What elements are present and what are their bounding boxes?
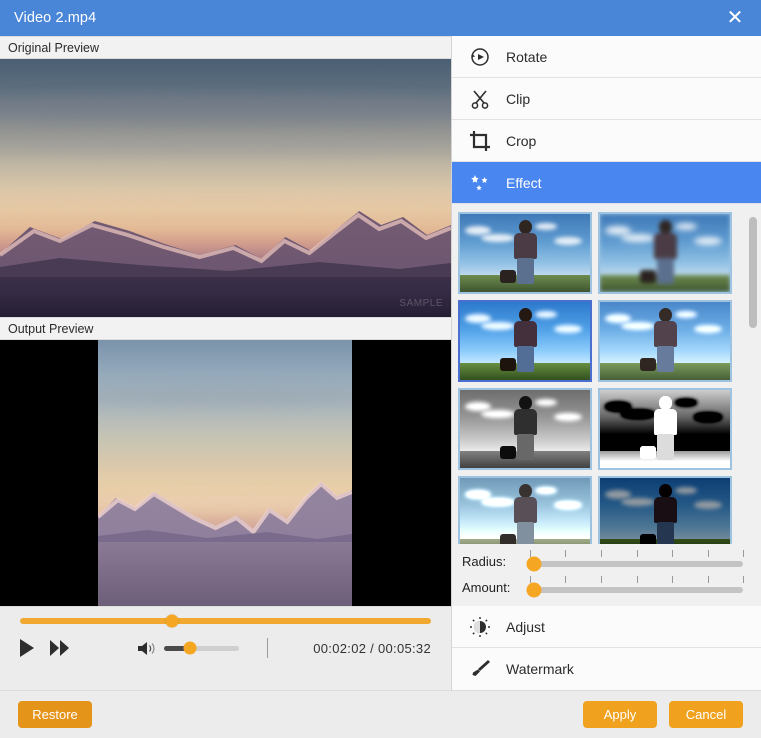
effect-thumbnail-blur[interactable] (598, 212, 732, 294)
cancel-button[interactable]: Cancel (669, 701, 743, 728)
menu-item-label: Watermark (506, 661, 574, 677)
foreground-plain (98, 542, 352, 606)
letterbox-left (0, 340, 98, 606)
original-preview-label: Original Preview (8, 41, 99, 55)
close-icon[interactable]: ✕ (709, 0, 761, 36)
effect-thumbnail-image (460, 214, 590, 292)
scissors-icon (468, 87, 492, 111)
slider-ticks (530, 550, 743, 558)
effects-panel (452, 204, 761, 544)
effect-thumbnail-brighten[interactable] (598, 300, 732, 382)
slider-thumb[interactable] (527, 583, 542, 598)
dialog-footer: Restore Apply Cancel (0, 690, 761, 738)
menu-item-label: Crop (506, 133, 536, 149)
menu-item-crop[interactable]: Crop (452, 120, 761, 162)
menu-item-label: Rotate (506, 49, 547, 65)
timeline-thumb[interactable] (166, 615, 179, 628)
preview-watermark: SAMPLE (399, 298, 443, 309)
fast-forward-icon (60, 640, 69, 656)
slider-thumb[interactable] (527, 557, 542, 572)
effects-scrollbar[interactable] (745, 204, 761, 544)
effect-thumbnail-image (600, 302, 730, 380)
playback-controls: 00:02:02 / 00:05:32 (0, 624, 451, 658)
brightness-icon (468, 615, 492, 639)
menu-item-rotate[interactable]: Rotate (452, 36, 761, 78)
apply-button[interactable]: Apply (583, 701, 657, 728)
titlebar: Video 2.mp4 ✕ (0, 0, 761, 36)
effect-thumbnail-darken[interactable] (598, 476, 732, 544)
effect-thumbnail-image (460, 390, 590, 468)
slider-control[interactable] (530, 576, 743, 598)
slider-control[interactable] (530, 550, 743, 572)
menu-item-watermark[interactable]: Watermark (452, 648, 761, 690)
fast-forward-button[interactable] (50, 640, 69, 656)
effect-thumbnail-sharpen[interactable] (458, 300, 592, 382)
effect-parameter-sliders: Radius: Amount: (452, 544, 761, 606)
play-icon (20, 639, 34, 657)
speaker-icon (137, 640, 157, 657)
slider-row-radius: Radius: (462, 548, 743, 574)
window-title: Video 2.mp4 (0, 10, 96, 26)
effect-thumbnail-grayscale[interactable] (458, 388, 592, 470)
foreground-plain (0, 277, 451, 317)
video-edit-dialog: Video 2.mp4 ✕ Original Preview (0, 0, 761, 738)
effect-thumbnail-image (600, 214, 730, 292)
menu-item-clip[interactable]: Clip (452, 78, 761, 120)
menu-item-label: Adjust (506, 619, 545, 635)
rotate-icon (468, 45, 492, 69)
output-preview-scene (98, 340, 352, 606)
fast-forward-icon (50, 640, 59, 656)
letterbox-right (352, 340, 451, 606)
effect-thumbnail-image (460, 478, 590, 544)
volume-slider[interactable] (164, 646, 239, 651)
timeline-row (0, 615, 451, 624)
crop-icon (468, 129, 492, 153)
dialog-body: Original Preview SAMPLE (0, 36, 761, 690)
effect-thumbnail-original[interactable] (458, 212, 592, 294)
menu-item-adjust[interactable]: Adjust (452, 606, 761, 648)
right-panel: Rotate Clip (452, 36, 761, 690)
slider-track (530, 561, 743, 567)
slider-label: Amount: (462, 580, 530, 595)
original-preview-video[interactable]: SAMPLE (0, 59, 451, 317)
timeline-slider[interactable] (20, 618, 431, 624)
left-panel: Original Preview SAMPLE (0, 36, 452, 690)
output-preview-video[interactable] (0, 340, 451, 606)
timecode-display: 00:02:02 / 00:05:32 (313, 641, 431, 656)
effect-thumbnail-image (460, 302, 590, 380)
menu-item-label: Clip (506, 91, 530, 107)
effect-stars-icon (468, 171, 492, 195)
menu-item-effect[interactable]: Effect (452, 162, 761, 204)
paintbrush-icon (468, 657, 492, 681)
restore-button[interactable]: Restore (18, 701, 92, 728)
effect-thumbnail-image (600, 478, 730, 544)
slider-ticks (530, 576, 743, 584)
slider-label: Radius: (462, 554, 530, 569)
original-preview-scene: SAMPLE (0, 59, 451, 317)
slider-row-amount: Amount: (462, 574, 743, 600)
effect-thumbnail-pastel-cyan[interactable] (458, 476, 592, 544)
effect-thumbnail-sketch[interactable] (598, 388, 732, 470)
output-preview-label: Output Preview (8, 322, 93, 336)
original-preview-header: Original Preview (0, 36, 451, 59)
transport-controls: 00:02:02 / 00:05:32 (0, 606, 451, 690)
effect-thumbnail-image (600, 390, 730, 468)
volume-thumb[interactable] (184, 642, 197, 655)
control-divider (267, 638, 268, 658)
slider-track (530, 587, 743, 593)
menu-item-label: Effect (506, 175, 542, 191)
scrollbar-track[interactable] (749, 210, 757, 538)
volume-button[interactable] (137, 640, 157, 657)
effects-thumbnail-grid[interactable] (452, 204, 745, 544)
output-preview-header: Output Preview (0, 317, 451, 340)
play-button[interactable] (20, 639, 34, 657)
scrollbar-thumb[interactable] (749, 217, 757, 329)
